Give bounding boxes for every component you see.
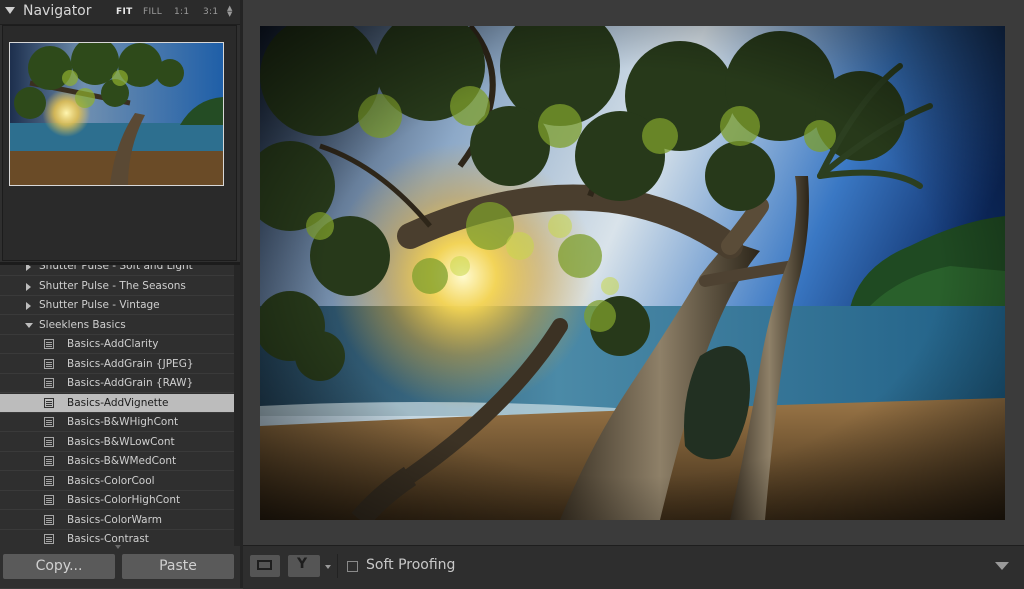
main-photo-image: [260, 26, 1005, 520]
preset-icon: [44, 514, 54, 525]
preset-label: Shutter Pulse - Vintage: [39, 299, 160, 311]
preset-label: Basics-AddVignette: [67, 396, 169, 409]
preset-item[interactable]: Basics-Contrast: [0, 530, 234, 546]
zoom-fit-button[interactable]: FIT: [116, 7, 133, 17]
preset-label: Basics-ColorHighCont: [67, 494, 181, 506]
preset-label: Basics-AddGrain {RAW}: [67, 377, 194, 389]
preset-icon: [44, 397, 54, 408]
caret-right-icon: [26, 302, 31, 310]
preset-label: Sleeklens Basics: [39, 318, 126, 331]
preset-icon: [44, 436, 54, 447]
preset-item[interactable]: Basics-AddClarity: [0, 335, 234, 354]
navigator-thumbnail[interactable]: [9, 42, 224, 186]
preset-item[interactable]: Basics-B&WHighCont: [0, 413, 234, 432]
preset-icon: [44, 475, 54, 486]
caret-right-icon: [26, 282, 31, 291]
main-photo[interactable]: [260, 26, 1005, 520]
paste-button[interactable]: Paste: [122, 554, 234, 579]
collapse-triangle-icon[interactable]: [5, 7, 15, 14]
preset-item[interactable]: Basics-B&WMedCont: [0, 452, 234, 471]
navigator-header[interactable]: Navigator FIT FILL 1:1 3:1 ▲ ▼: [0, 0, 240, 25]
caret-down-icon: [25, 322, 33, 328]
preset-label: Basics-Contrast: [67, 533, 149, 545]
preset-folder[interactable]: Shutter Pulse - The Seasons: [0, 277, 234, 296]
soft-proofing-label[interactable]: Soft Proofing: [366, 557, 455, 573]
navigator-thumbnail-image: [10, 43, 223, 185]
preset-label: Basics-B&WMedCont: [67, 455, 177, 467]
preset-label: Basics-AddClarity: [67, 338, 159, 350]
compare-view-button[interactable]: Y: [288, 555, 320, 577]
preset-label: Basics-ColorWarm: [67, 513, 162, 526]
preset-item[interactable]: Basics-AddVignette: [0, 393, 234, 413]
copy-button[interactable]: Copy...: [3, 554, 115, 579]
preset-icon: [44, 495, 54, 505]
view-mode-dropdown-icon[interactable]: [325, 565, 331, 569]
presets-list: Shutter Pulse - Soft and Light Shutter Pu…: [0, 265, 240, 546]
panel-grip-icon[interactable]: [115, 545, 121, 549]
preset-label: Shutter Pulse - The Seasons: [39, 279, 186, 292]
panel-divider[interactable]: [240, 0, 243, 588]
caret-right-icon: [26, 265, 31, 271]
toolbar-separator: [337, 554, 338, 578]
navigator-title: Navigator: [23, 3, 92, 19]
preset-item[interactable]: Basics-ColorHighCont: [0, 491, 234, 510]
preset-label: Basics-ColorCool: [67, 474, 155, 487]
preset-item[interactable]: Basics-ColorWarm: [0, 511, 234, 530]
zoom-fill-button[interactable]: FILL: [143, 7, 162, 17]
zoom-3-1-button[interactable]: 3:1: [203, 7, 218, 17]
preset-folder[interactable]: Shutter Pulse - Soft and Light: [0, 265, 234, 276]
preset-label: Basics-B&WHighCont: [67, 416, 179, 428]
soft-proofing-checkbox[interactable]: [347, 561, 358, 572]
zoom-stepper-icon[interactable]: ▲ ▼: [227, 5, 232, 18]
preset-folder[interactable]: Sleeklens Basics: [0, 316, 234, 335]
preset-label: Shutter Pulse - Soft and Light: [39, 265, 193, 272]
preset-label: Basics-B&WLowCont: [67, 435, 175, 448]
preset-label: Basics-AddGrain {JPEG}: [67, 357, 194, 370]
preset-icon: [44, 358, 54, 369]
preset-icon: [44, 339, 54, 349]
preset-item[interactable]: Basics-AddGrain {JPEG}: [0, 355, 234, 374]
loupe-view-button[interactable]: [250, 555, 280, 577]
preset-icon: [44, 456, 54, 466]
loupe-icon: [257, 560, 272, 570]
toolbar-menu-arrow-icon: [995, 562, 1009, 570]
preset-icon: [44, 417, 54, 427]
left-panel: Navigator FIT FILL 1:1 3:1 ▲ ▼ Shutter P…: [0, 0, 240, 588]
preset-item[interactable]: Basics-AddGrain {RAW}: [0, 374, 234, 393]
preset-folder[interactable]: Shutter Pulse - Vintage: [0, 296, 234, 315]
bottom-toolbar: [243, 545, 1024, 589]
zoom-1-1-button[interactable]: 1:1: [174, 7, 189, 17]
preset-icon: [44, 378, 54, 388]
preset-item[interactable]: Basics-ColorCool: [0, 472, 234, 491]
compare-icon: Y: [297, 556, 308, 572]
preset-item[interactable]: Basics-B&WLowCont: [0, 433, 234, 452]
toolbar-menu-button[interactable]: [991, 559, 1013, 573]
preset-icon: [44, 534, 54, 544]
